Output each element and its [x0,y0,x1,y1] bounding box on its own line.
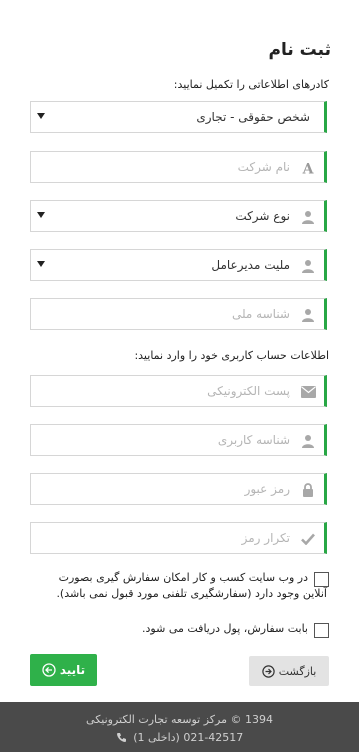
user-icon [300,307,316,323]
password-placeholder: رمز عبور [244,482,290,496]
payment-checkbox[interactable] [314,623,329,638]
footer: 1394 © مرکز توسعه تجارت الکترونیکی 021-4… [0,702,359,752]
footer-copyright: 1394 © مرکز توسعه تجارت الکترونیکی [86,713,273,726]
person-type-select[interactable]: شخص حقوقی - تجاری [30,101,327,133]
arrow-circle-right-icon [262,664,275,678]
national-id-input[interactable]: شناسه ملی [30,298,327,330]
email-placeholder: پست الکترونیکی [207,384,290,398]
page-title: ثبت نام [268,40,331,60]
company-type-value: نوع شرکت [235,209,290,223]
user-icon [300,209,316,225]
online-ordering-checkbox[interactable] [314,572,329,587]
confirm-button[interactable]: تایید [30,654,97,686]
phone-icon [116,732,127,746]
back-button[interactable]: بازگشت [249,656,329,686]
arrow-circle-left-icon [42,663,56,677]
company-name-input[interactable]: A نام شرکت [30,151,327,183]
username-placeholder: شناسه کاربری [217,433,290,447]
account-instructions: اطلاعات حساب کاربری خود را وارد نمایید: [134,349,329,362]
caret-down-icon [37,113,45,119]
payment-label: بابت سفارش، پول دریافت می شود. [142,622,308,635]
form-instructions: کادرهای اطلاعاتی را تکمیل نمایید: [173,78,329,91]
lock-icon [300,482,316,498]
national-id-placeholder: شناسه ملی [231,307,290,321]
font-icon: A [300,160,316,176]
user-icon [300,433,316,449]
manager-nationality-select[interactable]: ملیت مدیرعامل [30,249,327,281]
manager-nationality-value: ملیت مدیرعامل [211,258,290,272]
username-input[interactable]: شناسه کاربری [30,424,327,456]
online-ordering-label-line1: در وب سایت کسب و کار امکان سفارش گیری بص… [58,571,308,584]
confirm-button-label: تایید [59,663,86,677]
person-type-value: شخص حقوقی - تجاری [196,110,310,124]
envelope-icon [300,384,316,400]
online-ordering-label-line2: آنلاین وجود دارد (سفارشگیری تلفنی مورد ق… [56,587,327,600]
caret-down-icon [37,212,45,218]
footer-phone: 021-42517 (داخلی 1) [133,731,244,744]
company-type-select[interactable]: نوع شرکت [30,200,327,232]
user-icon [300,258,316,274]
company-name-placeholder: نام شرکت [237,160,290,174]
check-icon [300,531,316,547]
password-repeat-input[interactable]: تکرار رمز [30,522,327,554]
payment-option: بابت سفارش، پول دریافت می شود. [142,621,329,638]
online-ordering-label: در وب سایت کسب و کار امکان سفارش گیری بص… [56,570,327,602]
password-repeat-placeholder: تکرار رمز [241,531,290,545]
email-input[interactable]: پست الکترونیکی [30,375,327,407]
password-input[interactable]: رمز عبور [30,473,327,505]
caret-down-icon [37,261,45,267]
online-ordering-option: در وب سایت کسب و کار امکان سفارش گیری بص… [29,570,329,602]
svg-text:A: A [302,162,315,176]
back-button-label: بازگشت [278,664,317,678]
footer-contact: 021-42517 (داخلی 1) [0,731,359,746]
